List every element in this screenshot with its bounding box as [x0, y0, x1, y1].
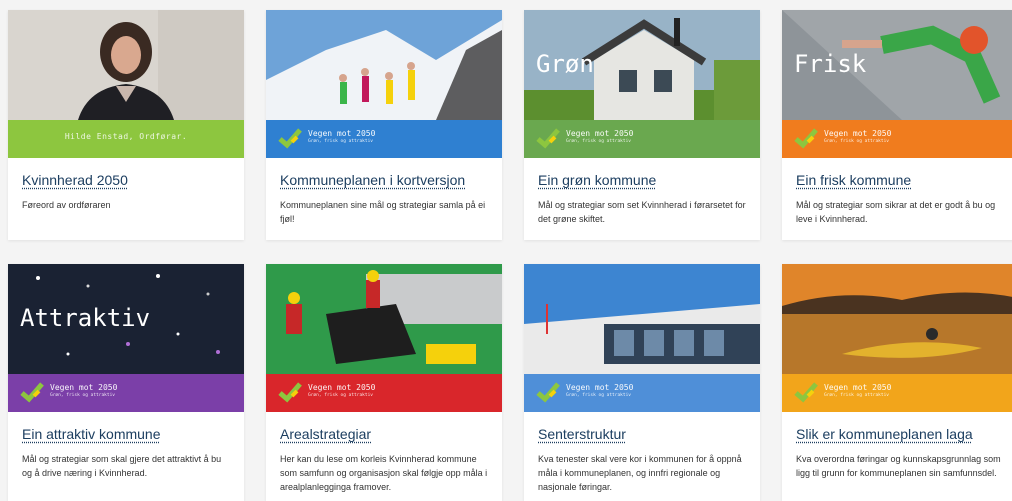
logo-band: Vegen mot 2050 Grøn, frisk og attraktiv [266, 374, 502, 412]
badge-subtitle: Grøn, frisk og attraktiv [566, 392, 633, 399]
caption-band: Hilde Enstad, Ordførar. [8, 120, 244, 158]
card-arealstrategiar[interactable]: Vegen mot 2050 Grøn, frisk og attraktiv … [266, 264, 502, 501]
card-title-link[interactable]: Ein grøn kommune [538, 172, 656, 188]
checkmark-logo-icon [20, 380, 44, 404]
card-title-link[interactable]: Ein attraktiv kommune [22, 426, 161, 442]
card-ein-gron-kommune[interactable]: Grøn Vegen mot 2050 Grøn, frisk og attra… [524, 10, 760, 240]
kayak-sunset-photo [782, 264, 1012, 374]
card-title-link[interactable]: Arealstrategiar [280, 426, 371, 442]
card-senterstruktur[interactable]: Vegen mot 2050 Grøn, frisk og attraktiv … [524, 264, 760, 501]
modern-building-photo [524, 264, 760, 374]
theme-word: Grøn [536, 50, 594, 78]
badge-title: Vegen mot 2050 [824, 129, 891, 138]
card-kommuneplanen-kortversjon[interactable]: Vegen mot 2050 Grøn, frisk og attraktiv … [266, 10, 502, 240]
card-title-link[interactable]: Kvinnherad 2050 [22, 172, 128, 188]
card-image[interactable]: Hilde Enstad, Ordførar. [8, 10, 244, 158]
checkmark-logo-icon [794, 126, 818, 150]
checkmark-logo-icon [536, 126, 560, 150]
card-title-link[interactable]: Ein frisk kommune [796, 172, 911, 188]
card-description: Føreord av ordføraren [22, 198, 230, 212]
mountain-hikers-photo [266, 10, 502, 120]
checkmark-logo-icon [278, 126, 302, 150]
card-description: Kva overordna føringar og kunnskapsgrunn… [796, 452, 1004, 480]
badge-title: Vegen mot 2050 [50, 383, 117, 392]
theme-word: Attraktiv [20, 304, 150, 332]
checkmark-logo-icon [278, 380, 302, 404]
card-description: Her kan du lese om korleis Kvinnherad ko… [280, 452, 488, 494]
logo-band: Vegen mot 2050 Grøn, frisk og attraktiv [782, 120, 1012, 158]
card-image[interactable]: Vegen mot 2050 Grøn, frisk og attraktiv [266, 264, 502, 412]
logo-band: Vegen mot 2050 Grøn, frisk og attraktiv [782, 374, 1012, 412]
badge-title: Vegen mot 2050 [824, 383, 891, 392]
badge-subtitle: Grøn, frisk og attraktiv [308, 392, 375, 399]
card-image[interactable]: Vegen mot 2050 Grøn, frisk og attraktiv [524, 264, 760, 412]
card-title-link[interactable]: Senterstruktur [538, 426, 626, 442]
card-description: Mål og strategiar som sikrar at det er g… [796, 198, 1004, 226]
card-title-link[interactable]: Slik er kommuneplanen laga [796, 426, 973, 442]
card-description: Mål og strategiar som skal gjere det att… [22, 452, 230, 480]
badge-title: Vegen mot 2050 [566, 129, 633, 138]
logo-band: Vegen mot 2050 Grøn, frisk og attraktiv [524, 120, 760, 158]
card-ein-frisk-kommune[interactable]: Frisk Vegen mot 2050 Grøn, frisk og attr… [782, 10, 1012, 240]
card-description: Mål og strategiar som set Kvinnherad i f… [538, 198, 746, 226]
badge-subtitle: Grøn, frisk og attraktiv [50, 392, 117, 399]
card-image[interactable]: Grøn Vegen mot 2050 Grøn, frisk og attra… [524, 10, 760, 158]
badge-subtitle: Grøn, frisk og attraktiv [824, 392, 891, 399]
checkmark-logo-icon [536, 380, 560, 404]
photo-caption: Hilde Enstad, Ordførar. [8, 132, 244, 141]
card-slik-er-kommuneplanen-laga[interactable]: Vegen mot 2050 Grøn, frisk og attraktiv … [782, 264, 1012, 501]
badge-title: Vegen mot 2050 [566, 383, 633, 392]
card-kvinnherad-2050[interactable]: Hilde Enstad, Ordførar. Kvinnherad 2050 … [8, 10, 244, 240]
lego-city-photo [266, 264, 502, 374]
card-image[interactable]: Vegen mot 2050 Grøn, frisk og attraktiv [266, 10, 502, 158]
checkmark-logo-icon [794, 380, 818, 404]
badge-subtitle: Grøn, frisk og attraktiv [308, 138, 375, 145]
card-image[interactable]: Vegen mot 2050 Grøn, frisk og attraktiv [782, 264, 1012, 412]
theme-word: Frisk [794, 50, 866, 78]
logo-band: Vegen mot 2050 Grøn, frisk og attraktiv [266, 120, 502, 158]
logo-band: Vegen mot 2050 Grøn, frisk og attraktiv [8, 374, 244, 412]
card-image[interactable]: Frisk Vegen mot 2050 Grøn, frisk og attr… [782, 10, 1012, 158]
card-description: Kommuneplanen sine mål og strategiar sam… [280, 198, 488, 226]
badge-subtitle: Grøn, frisk og attraktiv [824, 138, 891, 145]
plan-card-grid: Hilde Enstad, Ordførar. Kvinnherad 2050 … [0, 0, 1012, 501]
badge-title: Vegen mot 2050 [308, 129, 375, 138]
card-ein-attraktiv-kommune[interactable]: Attraktiv Vegen mot 2050 Grøn, frisk og … [8, 264, 244, 501]
badge-title: Vegen mot 2050 [308, 383, 375, 392]
card-description: Kva tenester skal vere kor i kommunen fo… [538, 452, 746, 494]
logo-band: Vegen mot 2050 Grøn, frisk og attraktiv [524, 374, 760, 412]
badge-subtitle: Grøn, frisk og attraktiv [566, 138, 633, 145]
card-image[interactable]: Attraktiv Vegen mot 2050 Grøn, frisk og … [8, 264, 244, 412]
portrait-photo [8, 10, 244, 120]
card-title-link[interactable]: Kommuneplanen i kortversjon [280, 172, 465, 188]
